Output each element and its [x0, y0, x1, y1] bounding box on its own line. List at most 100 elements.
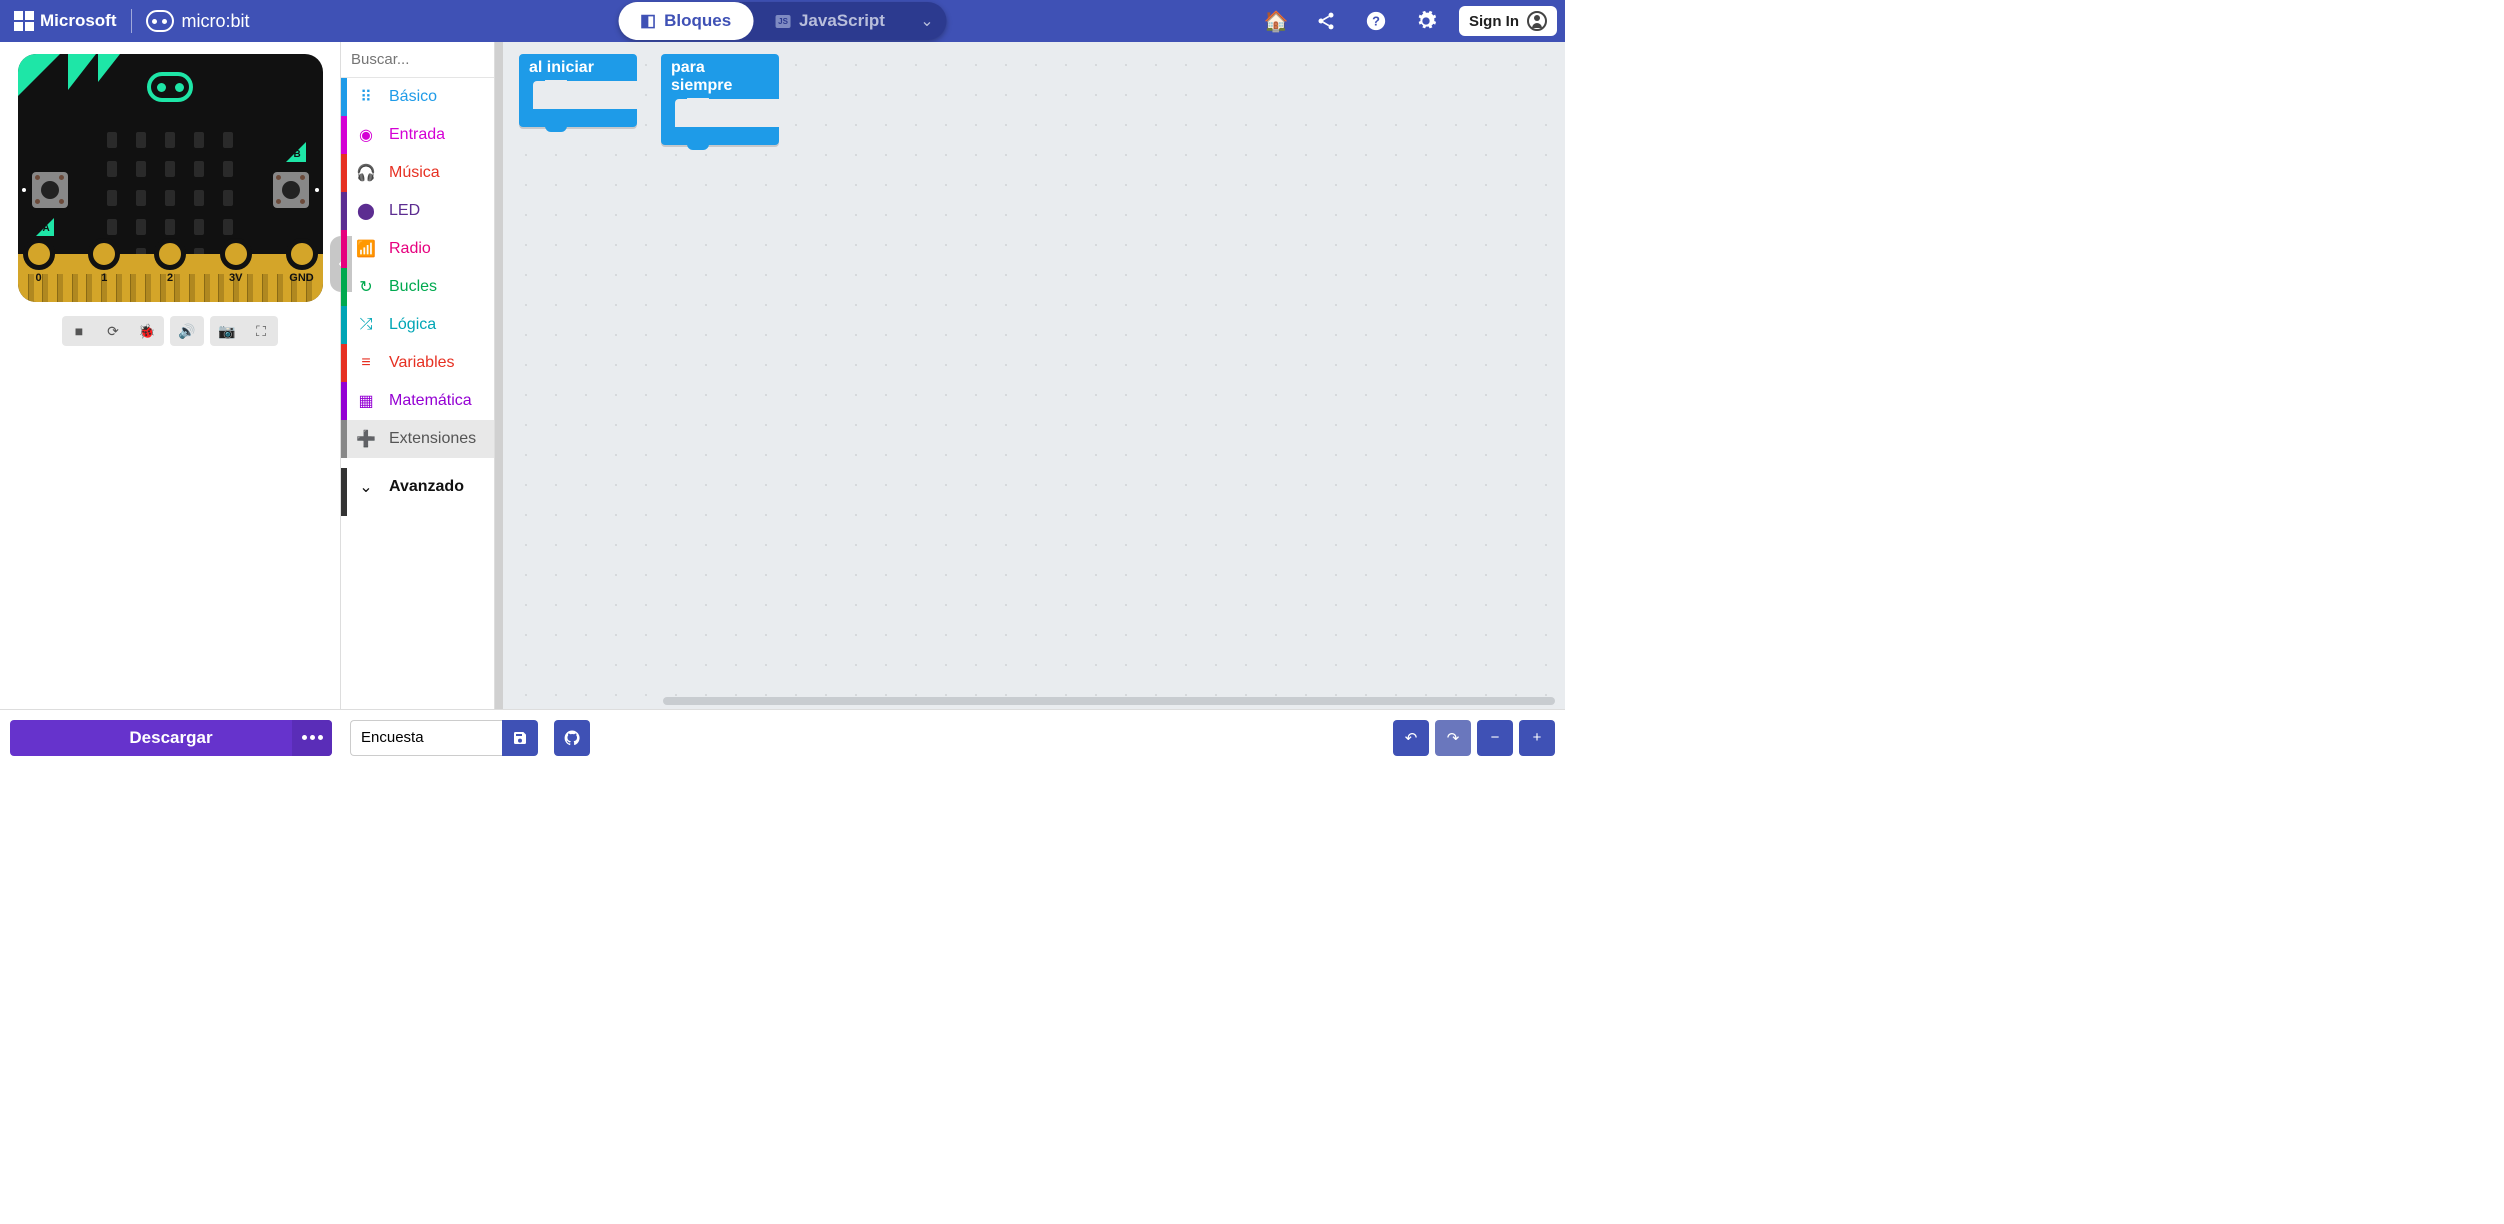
simulator-panel: 012 3V GND ■ ⟳ 🐞 🔊 📷 ⛶ — [0, 42, 340, 709]
category-icon: 🎧 — [355, 163, 377, 183]
category-icon: ≡ — [355, 354, 377, 372]
button-b[interactable] — [273, 172, 309, 208]
settings-icon[interactable] — [1403, 0, 1449, 42]
label-b — [286, 142, 306, 162]
sign-in-button[interactable]: Sign In — [1459, 6, 1557, 36]
github-button[interactable] — [554, 720, 590, 756]
share-icon[interactable] — [1303, 0, 1349, 42]
category-label: Música — [389, 164, 440, 182]
label-a — [36, 218, 54, 236]
microsoft-label: Microsoft — [40, 11, 117, 31]
block-forever-label: para siempre — [661, 54, 779, 99]
project-name-input[interactable] — [350, 720, 502, 756]
search-input[interactable] — [351, 51, 495, 68]
debug-icon[interactable]: 🐞 — [130, 316, 164, 346]
category-lógica[interactable]: ⤮ Lógica — [341, 306, 494, 344]
category-música[interactable]: 🎧 Música — [341, 154, 494, 192]
toolbox-panel: 🔍 ⠿ Básico ◉ Entrada 🎧 Música ⬤ LED 📶 Ra… — [340, 42, 495, 709]
save-button[interactable] — [502, 720, 538, 756]
undo-button[interactable]: ↶ — [1393, 720, 1429, 756]
category-entrada[interactable]: ◉ Entrada — [341, 116, 494, 154]
category-radio[interactable]: 📶 Radio — [341, 230, 494, 268]
category-icon: ▦ — [355, 391, 377, 411]
category-label: Bucles — [389, 278, 437, 296]
toolbox-search: 🔍 — [341, 42, 494, 78]
category-icon: ↻ — [355, 277, 377, 297]
chevron-down-icon: ⌄ — [355, 477, 377, 497]
category-label: Matemática — [389, 392, 472, 410]
pin-2[interactable]: 2 — [149, 254, 191, 284]
download-button[interactable]: Descargar — [10, 720, 332, 756]
stop-icon[interactable]: ■ — [62, 316, 96, 346]
category-label: LED — [389, 202, 420, 220]
category-label: Radio — [389, 240, 431, 258]
category-advanced[interactable]: ⌄ Avanzado — [341, 458, 494, 506]
workspace-scrollbar[interactable] — [663, 697, 1555, 705]
plus-circle-icon: ➕ — [355, 429, 377, 449]
blocks-label: Bloques — [664, 11, 731, 31]
button-a[interactable] — [32, 172, 68, 208]
zoom-in-button[interactable]: + — [1519, 720, 1555, 756]
signin-label: Sign In — [1469, 13, 1519, 30]
category-led[interactable]: ⬤ LED — [341, 192, 494, 230]
pin-GND[interactable]: GND — [281, 254, 323, 284]
block-forever[interactable]: para siempre — [661, 54, 779, 145]
category-icon: 📶 — [355, 239, 377, 259]
snapshot-icon[interactable]: 📷 — [210, 316, 244, 346]
footer-bar: Descargar ↶ ↷ − + — [0, 709, 1565, 765]
category-bucles[interactable]: ↻ Bucles — [341, 268, 494, 306]
category-label: Lógica — [389, 316, 436, 334]
audio-icon[interactable]: 🔊 — [170, 316, 204, 346]
download-more-button[interactable] — [292, 720, 332, 756]
minus-icon: − — [1491, 729, 1500, 746]
block-on-start[interactable]: al iniciar — [519, 54, 637, 127]
edge-connector[interactable]: 012 3V GND — [18, 254, 323, 302]
category-icon: ◉ — [355, 125, 377, 145]
js-icon: JS — [775, 15, 791, 28]
pin-1[interactable]: 1 — [83, 254, 125, 284]
category-matemática[interactable]: ▦ Matemática — [341, 382, 494, 420]
zoom-out-button[interactable]: − — [1477, 720, 1513, 756]
category-extensions[interactable]: ➕ Extensiones — [341, 420, 494, 458]
home-icon[interactable]: 🏠 — [1253, 0, 1299, 42]
category-label: Variables — [389, 354, 455, 372]
category-label: Básico — [389, 88, 437, 106]
fullscreen-icon[interactable]: ⛶ — [244, 316, 278, 346]
help-icon[interactable]: ? — [1353, 0, 1399, 42]
blocks-workspace[interactable]: al iniciar para siempre — [495, 42, 1565, 709]
microsoft-logo[interactable]: Microsoft — [0, 11, 131, 31]
category-variables[interactable]: ≡ Variables — [341, 344, 494, 382]
category-icon: ⤮ — [355, 316, 377, 334]
undo-icon: ↶ — [1405, 729, 1418, 747]
svg-text:?: ? — [1372, 14, 1380, 29]
plus-icon: + — [1533, 729, 1542, 746]
microsoft-icon — [14, 11, 34, 31]
category-básico[interactable]: ⠿ Básico — [341, 78, 494, 116]
microbit-label: micro:bit — [182, 11, 250, 32]
redo-icon: ↷ — [1447, 729, 1460, 747]
simulator-toolbar: ■ ⟳ 🐞 🔊 📷 ⛶ — [62, 316, 278, 346]
puzzle-icon: ◧ — [640, 11, 656, 31]
pin-0[interactable]: 0 — [18, 254, 60, 284]
restart-icon[interactable]: ⟳ — [96, 316, 130, 346]
github-icon — [563, 729, 581, 747]
download-label: Descargar — [129, 728, 212, 748]
advanced-label: Avanzado — [389, 478, 464, 496]
microbit-board[interactable]: 012 3V GND — [18, 54, 323, 302]
blocks-mode-button[interactable]: ◧ Bloques — [618, 2, 753, 40]
redo-button[interactable]: ↷ — [1435, 720, 1471, 756]
editor-mode-switch: ◧ Bloques JS JavaScript ⌄ — [618, 2, 947, 40]
microbit-logo[interactable]: micro:bit — [132, 10, 264, 32]
microbit-icon — [146, 10, 174, 32]
extensions-label: Extensiones — [389, 430, 476, 448]
main-area: 0123VGND ■ ⟳ 🐞 🔊 📷 ⛶ ‹ 🔍 ⠿ — [0, 42, 1565, 709]
js-label: JavaScript — [799, 11, 885, 31]
javascript-mode-button[interactable]: JS JavaScript — [753, 2, 907, 40]
pin-3V[interactable]: 3V — [215, 254, 257, 284]
language-dropdown[interactable]: ⌄ — [907, 11, 947, 31]
block-on-start-label: al iniciar — [519, 54, 637, 81]
category-icon: ⠿ — [355, 87, 377, 107]
board-face-icon — [147, 72, 193, 102]
save-icon — [512, 730, 528, 746]
category-label: Entrada — [389, 126, 445, 144]
